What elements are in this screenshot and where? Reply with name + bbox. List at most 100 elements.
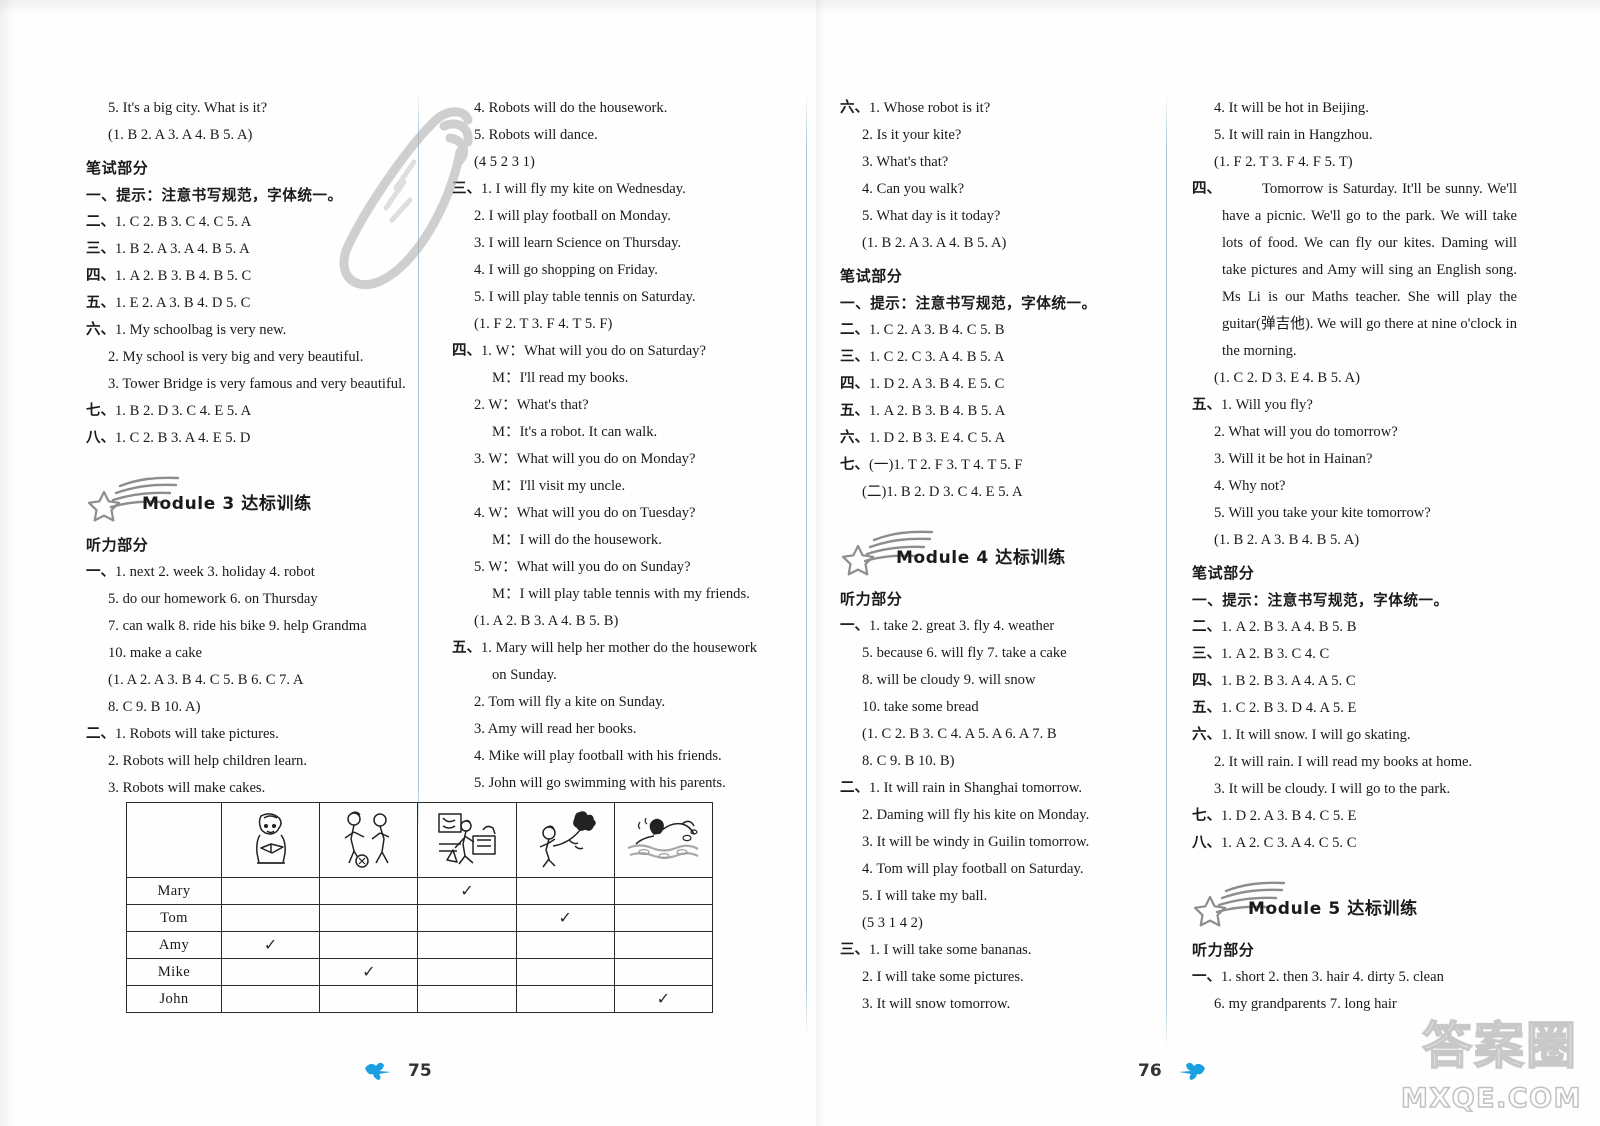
table-cell: [220, 958, 321, 986]
c2-line-13: M：It's a robot. It can walk.: [492, 424, 658, 440]
section-marker: 二、: [840, 780, 869, 796]
c4b-line-15: 2. It will rain. I will read my books at…: [1214, 754, 1473, 770]
section-marker: 七、: [86, 403, 115, 419]
column4-block-2: (1. C 2. D 3. E 4. B 5. A) 五、1. Will you …: [1192, 365, 1517, 857]
c2-line-15: M：I'll visit my uncle.: [492, 478, 626, 494]
c2-line-26: 5. John will go swimming with his parent…: [474, 775, 726, 791]
row-label: Mike: [126, 958, 222, 986]
listening-section-head-m5: 听力部分: [1192, 941, 1255, 959]
section-marker: 二、: [86, 214, 115, 230]
table-cell: [220, 904, 321, 932]
table-cell: [613, 958, 714, 986]
c3a-line-2: 2. Is it your kite?: [862, 127, 962, 143]
c1b-line-3: 7. can walk 8. ride his bike 9. help Gra…: [108, 618, 367, 634]
c3b-line-12: (5 3 1 4 2): [862, 915, 923, 931]
c2-line-5: 2. I will play football on Monday.: [474, 208, 671, 224]
c3a-line-11: 四、1. D 2. A 3. B 4. E 5. C: [840, 376, 1005, 392]
c2-line-17: M：I will do the housework.: [492, 532, 662, 548]
table-cell: [515, 931, 615, 959]
section-marker: 七、: [1192, 808, 1221, 824]
c3b-line-1: 一、1. take 2. great 3. fly 4. weather: [840, 618, 1055, 634]
c4c-line-2: 6. my grandparents 7. long hair: [1214, 996, 1397, 1012]
c3a-line-7: 笔试部分: [840, 267, 903, 285]
c2-line-23: 2. Tom will fly a kite on Sunday.: [474, 694, 666, 710]
c3a-line-4: 4. Can you walk?: [862, 181, 965, 197]
footer-left: 75: [362, 1060, 432, 1082]
table-row: Mike ✓: [126, 958, 714, 986]
column-divider-1: [418, 92, 419, 832]
table-row: Mary ✓: [126, 877, 714, 905]
table-cell: ✓: [319, 958, 419, 986]
c1a-line-4: 一、提示：注意书写规范，字体统一。: [86, 187, 343, 204]
c4c-line-1: 一、1. short 2. then 3. hair 4. dirty 5. c…: [1192, 969, 1444, 985]
c3b-line-14: 2. I will take some pictures.: [862, 969, 1024, 985]
c2-line-12: 2. W：What's that?: [474, 397, 589, 413]
column-divider-3: [1166, 92, 1167, 1052]
c2-line-1: 4. Robots will do the housework.: [474, 100, 668, 116]
section-marker: 一、: [840, 618, 869, 634]
reading-passage-block: 四、 Tomorrow is Saturday. It'll be sunny.…: [1192, 176, 1517, 365]
c3b-line-11: 5. I will take my ball.: [862, 888, 988, 904]
c3a-line-14: 七、(一)1. T 2. F 3. T 4. T 5. F: [840, 457, 1023, 473]
c2-line-22: on Sunday.: [492, 667, 557, 683]
c1a-line-13: 八、1. C 2. B 3. A 4. E 5. D: [86, 430, 251, 446]
c3b-line-4: 10. take some bread: [862, 699, 979, 715]
column1-block-1: 5. It's a big city. What is it? (1. B 2. …: [86, 95, 406, 452]
table-cell: [515, 985, 615, 1013]
section-marker: 五、: [452, 640, 481, 656]
c1a-line-8: 五、1. E 2. A 3. B 4. D 5. C: [86, 295, 251, 311]
section-marker: 三、: [840, 349, 869, 365]
section-marker: 六、: [1192, 727, 1221, 743]
section-marker: 六、: [840, 100, 869, 116]
c1b-line-6: 8. C 9. B 10. A): [108, 699, 201, 715]
module-4-title: Module 4 达标训练: [896, 548, 1066, 568]
c2-line-4: 三、1. I will fly my kite on Wednesday.: [452, 181, 686, 197]
c4b-line-17: 七、1. D 2. A 3. B 4. C 5. E: [1192, 808, 1357, 824]
section-marker: 八、: [1192, 835, 1221, 851]
c2-line-2: 5. Robots will dance.: [474, 127, 598, 143]
c4b-line-6: 5. Will you take your kite tomorrow?: [1214, 505, 1431, 521]
column3-block-2: 一、1. take 2. great 3. fly 4. weather 5. b…: [840, 613, 1152, 1018]
column-2: 4. Robots will do the housework. 5. Robot…: [452, 95, 782, 797]
table-cell: ✓: [515, 904, 615, 932]
c4b-line-3: 2. What will you do tomorrow?: [1214, 424, 1398, 440]
c4b-line-1: (1. C 2. D 3. E 4. B 5. A): [1214, 370, 1360, 386]
c2-line-3: (4 5 2 3 1): [474, 154, 535, 170]
section-marker: 三、: [1192, 646, 1221, 662]
c3a-line-1: 六、1. Whose robot is it?: [840, 100, 991, 116]
c1a-line-12: 七、1. B 2. D 3. C 4. E 5. A: [86, 403, 252, 419]
checkmark-icon: ✓: [558, 908, 572, 927]
listening-section-head-m4: 听力部分: [840, 590, 903, 608]
module-3-title: Module 3 达标训练: [142, 494, 312, 514]
c1a-line-7: 四、1. A 2. B 3. B 4. B 5. C: [86, 268, 252, 284]
c4b-line-7: (1. B 2. A 3. B 4. B 5. A): [1214, 532, 1360, 548]
column4-block-1: 4. It will be hot in Beijing. 5. It will …: [1192, 95, 1517, 176]
scan-edge-top: [0, 0, 1600, 16]
section-marker: 四、: [452, 343, 481, 359]
c2-line-19: M：I will play table tennis with my frien…: [492, 586, 750, 602]
section-marker: 二、: [1192, 619, 1221, 635]
table-cell: ✓: [220, 931, 321, 959]
footer-right: 76: [1138, 1060, 1208, 1082]
c3b-line-15: 3. It will snow tomorrow.: [862, 996, 1011, 1012]
checkmark-icon: ✓: [656, 989, 671, 1008]
row-label: Amy: [126, 931, 222, 959]
section-marker: 四、: [840, 376, 869, 392]
c1a-line-1: 5. It's a big city. What is it?: [108, 100, 268, 116]
passage-label: 四、: [1192, 181, 1221, 197]
c3b-line-7: 二、1. It will rain in Shanghai tomorrow.: [840, 780, 1083, 796]
section-marker: 一、: [1192, 969, 1221, 985]
c2-line-16: 4. W：What will you do on Tuesday?: [474, 505, 696, 521]
c3a-line-8: 一、提示：注意书写规范，字体统一。: [840, 295, 1097, 312]
column4-block-3: 一、1. short 2. then 3. hair 4. dirty 5. c…: [1192, 964, 1517, 1018]
page-number-right: 76: [1138, 1061, 1162, 1081]
table-cell: [613, 931, 714, 959]
c3b-line-9: 3. It will be windy in Guilin tomorrow.: [862, 834, 1090, 850]
section-marker: 四、: [1192, 673, 1221, 689]
table-cell: [319, 877, 419, 905]
c4b-line-2: 五、1. Will you fly?: [1192, 397, 1313, 413]
c1b-line-2: 5. do our homework 6. on Thursday: [108, 591, 318, 607]
c4b-line-12: 四、1. B 2. B 3. A 4. A 5. C: [1192, 673, 1356, 689]
c2-line-21: 五、1. Mary will help her mother do the ho…: [452, 640, 758, 656]
c3b-line-6: 8. C 9. B 10. B): [862, 753, 955, 769]
